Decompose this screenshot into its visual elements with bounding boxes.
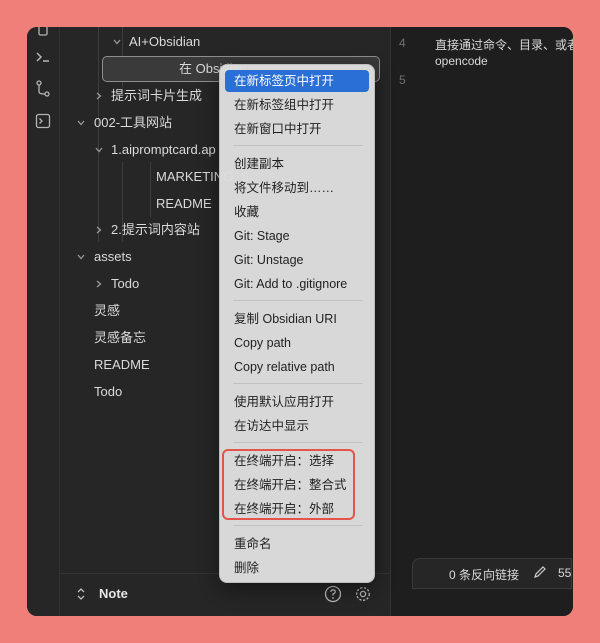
git-branch-icon[interactable] xyxy=(32,78,54,100)
file-inspiration[interactable]: 灵感 xyxy=(94,299,120,323)
menu-open-new-tab-group[interactable]: 在新标签组中打开 xyxy=(225,94,369,116)
folder-aipromptcard[interactable]: 1.aipromptcard.ap xyxy=(111,138,216,162)
chevron-down-icon[interactable] xyxy=(76,252,86,262)
menu-reveal-in-finder[interactable]: 在访达中显示 xyxy=(225,415,369,437)
file-inspiration-memo[interactable]: 灵感备忘 xyxy=(94,326,146,350)
menu-copy-relative-path[interactable]: Copy relative path xyxy=(225,356,369,378)
chevron-down-icon[interactable] xyxy=(112,37,122,47)
menu-open-new-window[interactable]: 在新窗口中打开 xyxy=(225,118,369,140)
status-bar: 0 条反向链接 55 xyxy=(412,558,572,589)
chevron-down-icon[interactable] xyxy=(76,118,86,128)
vault-switcher-icon[interactable] xyxy=(76,587,86,606)
highlight-annotation-box xyxy=(222,449,355,520)
gear-icon[interactable] xyxy=(354,585,372,608)
chevron-right-icon[interactable] xyxy=(94,279,104,289)
pencil-icon[interactable] xyxy=(533,565,547,584)
folder-prompt-content-site[interactable]: 2.提示词内容站 xyxy=(111,218,200,242)
editor-pane[interactable]: 4 直接通过命令、目录、或者 opencode 5 xyxy=(391,27,573,616)
line-number: 5 xyxy=(399,73,406,87)
folder-prompt-card[interactable]: 提示词卡片生成 xyxy=(111,84,202,108)
menu-git-stage[interactable]: Git: Stage xyxy=(225,225,369,247)
file-todo-root[interactable]: Todo xyxy=(94,380,122,404)
folder-todo[interactable]: Todo xyxy=(111,272,139,296)
ribbon xyxy=(27,27,60,616)
menu-divider xyxy=(233,300,363,301)
menu-divider xyxy=(233,383,363,384)
menu-git-add-gitignore[interactable]: Git: Add to .gitignore xyxy=(225,273,369,295)
folder-ai-obsidian[interactable]: AI+Obsidian xyxy=(129,30,200,54)
menu-divider xyxy=(233,442,363,443)
chevron-right-icon[interactable] xyxy=(94,225,104,235)
backlinks-count[interactable]: 0 条反向链接 xyxy=(449,566,519,583)
vault-name[interactable]: Note xyxy=(99,586,128,601)
editor-line[interactable]: 直接通过命令、目录、或者 xyxy=(435,36,573,53)
menu-open-new-tab[interactable]: 在新标签页中打开 xyxy=(225,70,369,92)
line-number: 4 xyxy=(399,36,406,50)
help-icon[interactable] xyxy=(324,585,342,608)
file-readme[interactable]: README xyxy=(156,192,212,216)
menu-bookmark[interactable]: 收藏 xyxy=(225,201,369,223)
editor-line[interactable]: opencode xyxy=(435,54,488,68)
menu-divider xyxy=(233,145,363,146)
chevron-down-icon[interactable] xyxy=(94,145,104,155)
menu-copy-obsidian-uri[interactable]: 复制 Obsidian URI xyxy=(225,308,369,330)
file-readme-root[interactable]: README xyxy=(94,353,150,377)
terminal-box-icon[interactable] xyxy=(32,110,54,132)
menu-rename[interactable]: 重命名 xyxy=(225,533,369,555)
indent-guide xyxy=(150,162,151,217)
menu-delete[interactable]: 删除 xyxy=(225,557,369,579)
menu-git-unstage[interactable]: Git: Unstage xyxy=(225,249,369,271)
copy-icon[interactable] xyxy=(32,27,54,43)
folder-assets[interactable]: assets xyxy=(94,245,132,269)
terminal-icon[interactable] xyxy=(32,46,54,68)
menu-duplicate[interactable]: 创建副本 xyxy=(225,153,369,175)
menu-divider xyxy=(233,525,363,526)
menu-open-default-app[interactable]: 使用默认应用打开 xyxy=(225,391,369,413)
menu-copy-path[interactable]: Copy path xyxy=(225,332,369,354)
folder-tools-site[interactable]: 002-工具网站 xyxy=(94,111,172,135)
menu-move-file[interactable]: 将文件移动到…… xyxy=(225,177,369,199)
word-count: 55 xyxy=(558,566,572,580)
chevron-right-icon[interactable] xyxy=(94,91,104,101)
